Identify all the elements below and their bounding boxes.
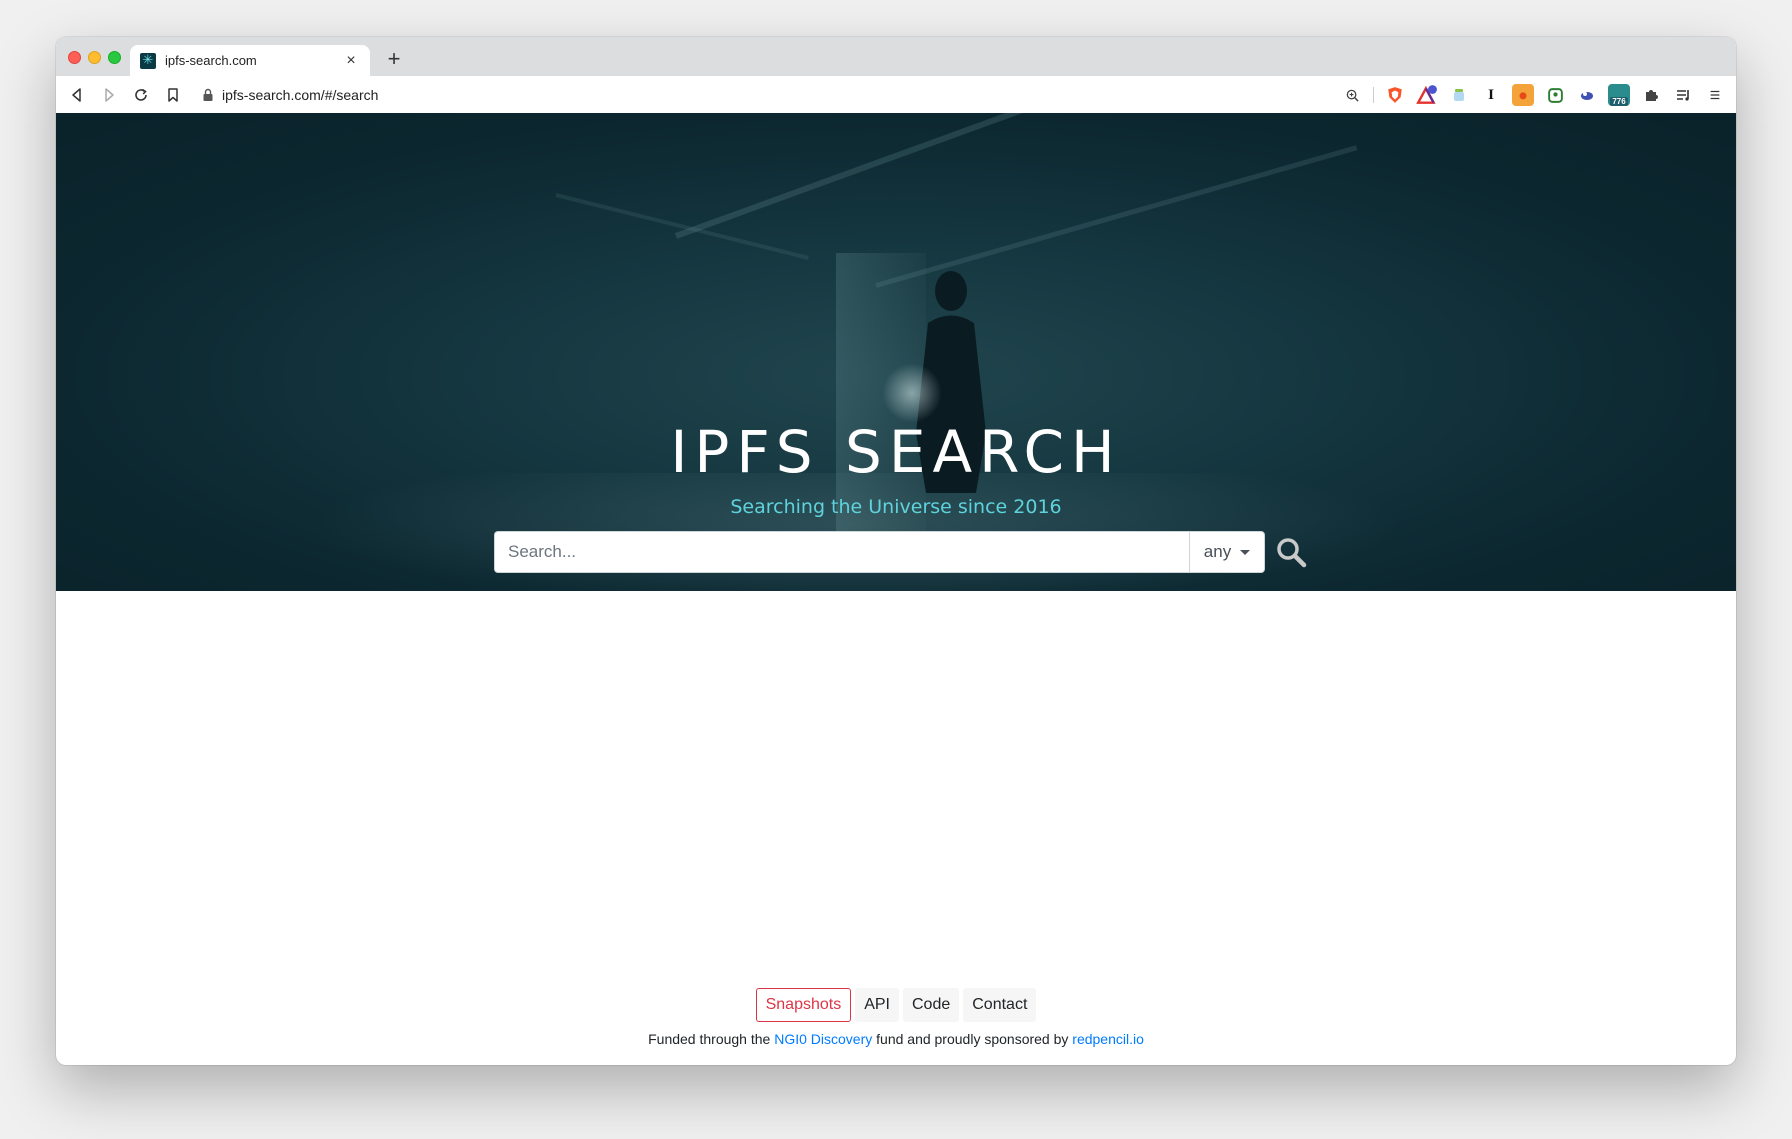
ipfs-search-favicon-icon: ✳	[140, 52, 156, 69]
type-dropdown-value: any	[1203, 542, 1232, 561]
bookmark-icon	[168, 87, 178, 102]
extension-badge-count: 776	[1610, 97, 1628, 106]
back-icon	[72, 87, 81, 102]
caret-down-icon	[1240, 549, 1251, 555]
address-bar[interactable]: ipfs-search.com/#/search	[202, 83, 1432, 107]
menu-icon[interactable]	[1704, 84, 1726, 106]
bookmark-button[interactable]	[162, 84, 184, 106]
footer-funded-middle: fund and proudly sponsored by	[872, 1031, 1073, 1047]
window-minimize-button[interactable]	[88, 51, 101, 64]
reload-button[interactable]	[130, 84, 152, 106]
footer-credits: Funded through the NGI0 Discovery fund a…	[56, 1031, 1736, 1047]
browser-tab[interactable]: ✳ ipfs-search.com ×	[130, 45, 370, 76]
browser-toolbar: ipfs-search.com/#/search I 776	[56, 76, 1736, 114]
browser-window: ✳ ipfs-search.com × + ipfs-search.com/#/…	[56, 37, 1736, 1065]
extension-orange-icon[interactable]	[1512, 84, 1534, 106]
forward-icon	[105, 87, 114, 102]
footer-funded-prefix: Funded through the	[648, 1031, 775, 1047]
extension-cloud-icon[interactable]	[1576, 84, 1598, 106]
tab-close-icon[interactable]: ×	[342, 52, 360, 70]
brave-shield-icon[interactable]	[1384, 84, 1406, 106]
window-maximize-button[interactable]	[108, 51, 121, 64]
forward-button[interactable]	[98, 84, 120, 106]
redpencil-link[interactable]: redpencil.io	[1072, 1031, 1144, 1047]
nav-link-contact[interactable]: Contact	[963, 988, 1037, 1022]
brave-rewards-icon[interactable]	[1416, 84, 1438, 106]
extension-green-icon[interactable]	[1544, 84, 1566, 106]
search-button[interactable]	[1271, 531, 1311, 573]
tab-title: ipfs-search.com	[165, 53, 257, 68]
extension-bar: I 776	[1331, 83, 1726, 107]
hero-banner: IPFS SEARCH Searching the Universe since…	[56, 113, 1736, 591]
back-button[interactable]	[66, 84, 88, 106]
reading-list-icon[interactable]	[1672, 84, 1694, 106]
new-tab-button[interactable]: +	[382, 47, 406, 71]
extension-badge-icon[interactable]: 776	[1608, 84, 1630, 106]
type-dropdown[interactable]: any	[1189, 531, 1265, 573]
zoom-icon[interactable]	[1341, 84, 1363, 106]
extension-jar-icon[interactable]	[1448, 84, 1470, 106]
nav-link-api[interactable]: API	[855, 988, 899, 1022]
page-title: IPFS SEARCH	[670, 418, 1122, 486]
hero-background-beam	[674, 113, 1392, 239]
search-icon	[1277, 538, 1307, 568]
url-text: ipfs-search.com/#/search	[222, 87, 379, 103]
footer-nav: Snapshots API Code Contact	[56, 988, 1736, 1022]
ngi-discovery-link[interactable]: NGI0 Discovery	[774, 1031, 872, 1047]
page-subtitle: Searching the Universe since 2016	[730, 496, 1062, 518]
nav-link-code[interactable]: Code	[903, 988, 960, 1022]
reload-icon	[135, 88, 147, 101]
search-form: any	[494, 531, 1311, 573]
puzzle-icon[interactable]	[1640, 84, 1662, 106]
toolbar-divider	[1373, 87, 1374, 103]
instapaper-icon[interactable]: I	[1480, 84, 1502, 106]
window-close-button[interactable]	[68, 51, 81, 64]
tab-strip: ✳ ipfs-search.com × +	[56, 37, 1736, 76]
nav-link-snapshots[interactable]: Snapshots	[755, 988, 852, 1022]
hero-flashlight-glow	[882, 363, 942, 423]
lock-icon	[203, 88, 213, 101]
search-input[interactable]	[494, 531, 1189, 573]
